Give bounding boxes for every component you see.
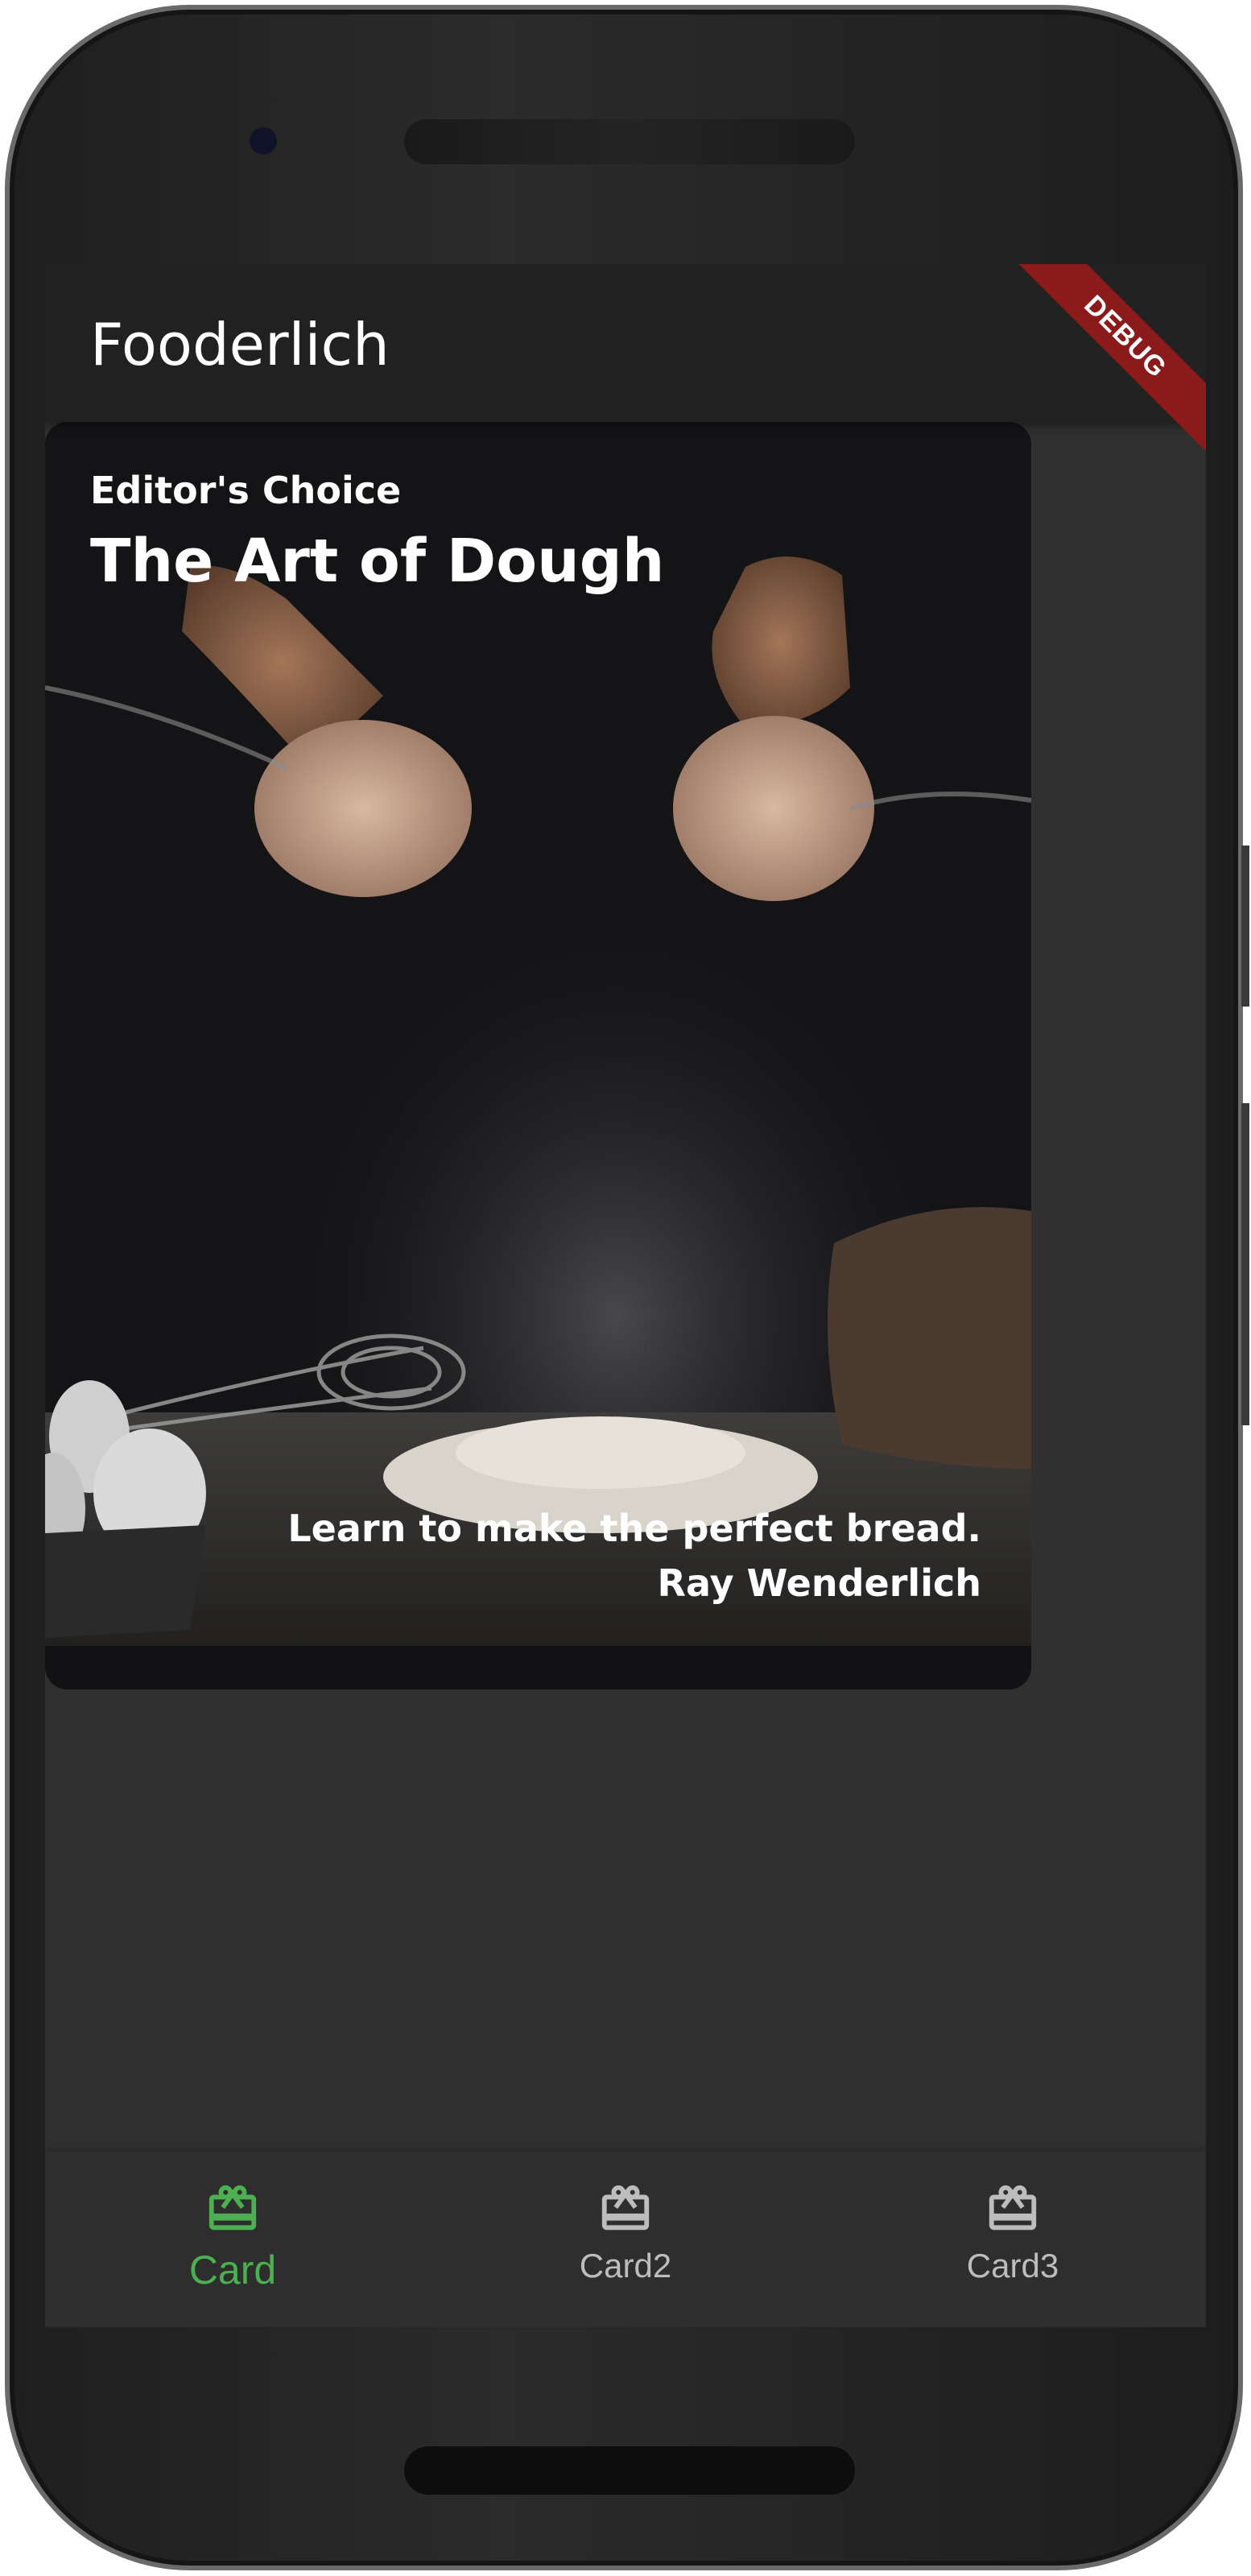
front-camera	[250, 127, 277, 155]
card-giftcard-icon	[208, 2185, 257, 2231]
nav-label-card3: Card3	[966, 2247, 1059, 2284]
nav-label-card: Card	[188, 2247, 277, 2293]
app-title: Fooderlich	[90, 311, 390, 378]
app-bar: Fooderlich	[45, 264, 1206, 422]
card-description: Learn to make the perfect bread.	[287, 1507, 981, 1550]
card-giftcard-icon	[989, 2185, 1037, 2231]
nav-item-card3[interactable]: Card3	[892, 2181, 1133, 2285]
card-giftcard-icon	[601, 2185, 650, 2231]
card-background-image	[45, 422, 1031, 1689]
nav-item-card[interactable]: Card	[112, 2181, 353, 2293]
card-subtitle: Editor's Choice	[90, 469, 402, 512]
bottom-speaker	[404, 2446, 855, 2495]
bottom-navigation-bar: Card Card2 Card3	[45, 2152, 1206, 2327]
power-button	[1241, 1103, 1249, 1425]
earpiece-speaker	[404, 119, 855, 164]
nav-item-card2[interactable]: Card2	[505, 2181, 746, 2285]
card-author: Ray Wenderlich	[657, 1561, 981, 1605]
app-screen: Fooderlich DEBUG Editor's Choice The Art…	[45, 264, 1206, 2327]
card-title: The Art of Dough	[90, 527, 665, 596]
nav-label-card2: Card2	[579, 2247, 672, 2284]
editors-choice-card[interactable]: Editor's Choice The Art of Dough Learn t…	[45, 422, 1031, 1689]
volume-button	[1241, 846, 1249, 1007]
card-caption: Learn to make the perfect bread. Ray Wen…	[287, 1501, 981, 1611]
